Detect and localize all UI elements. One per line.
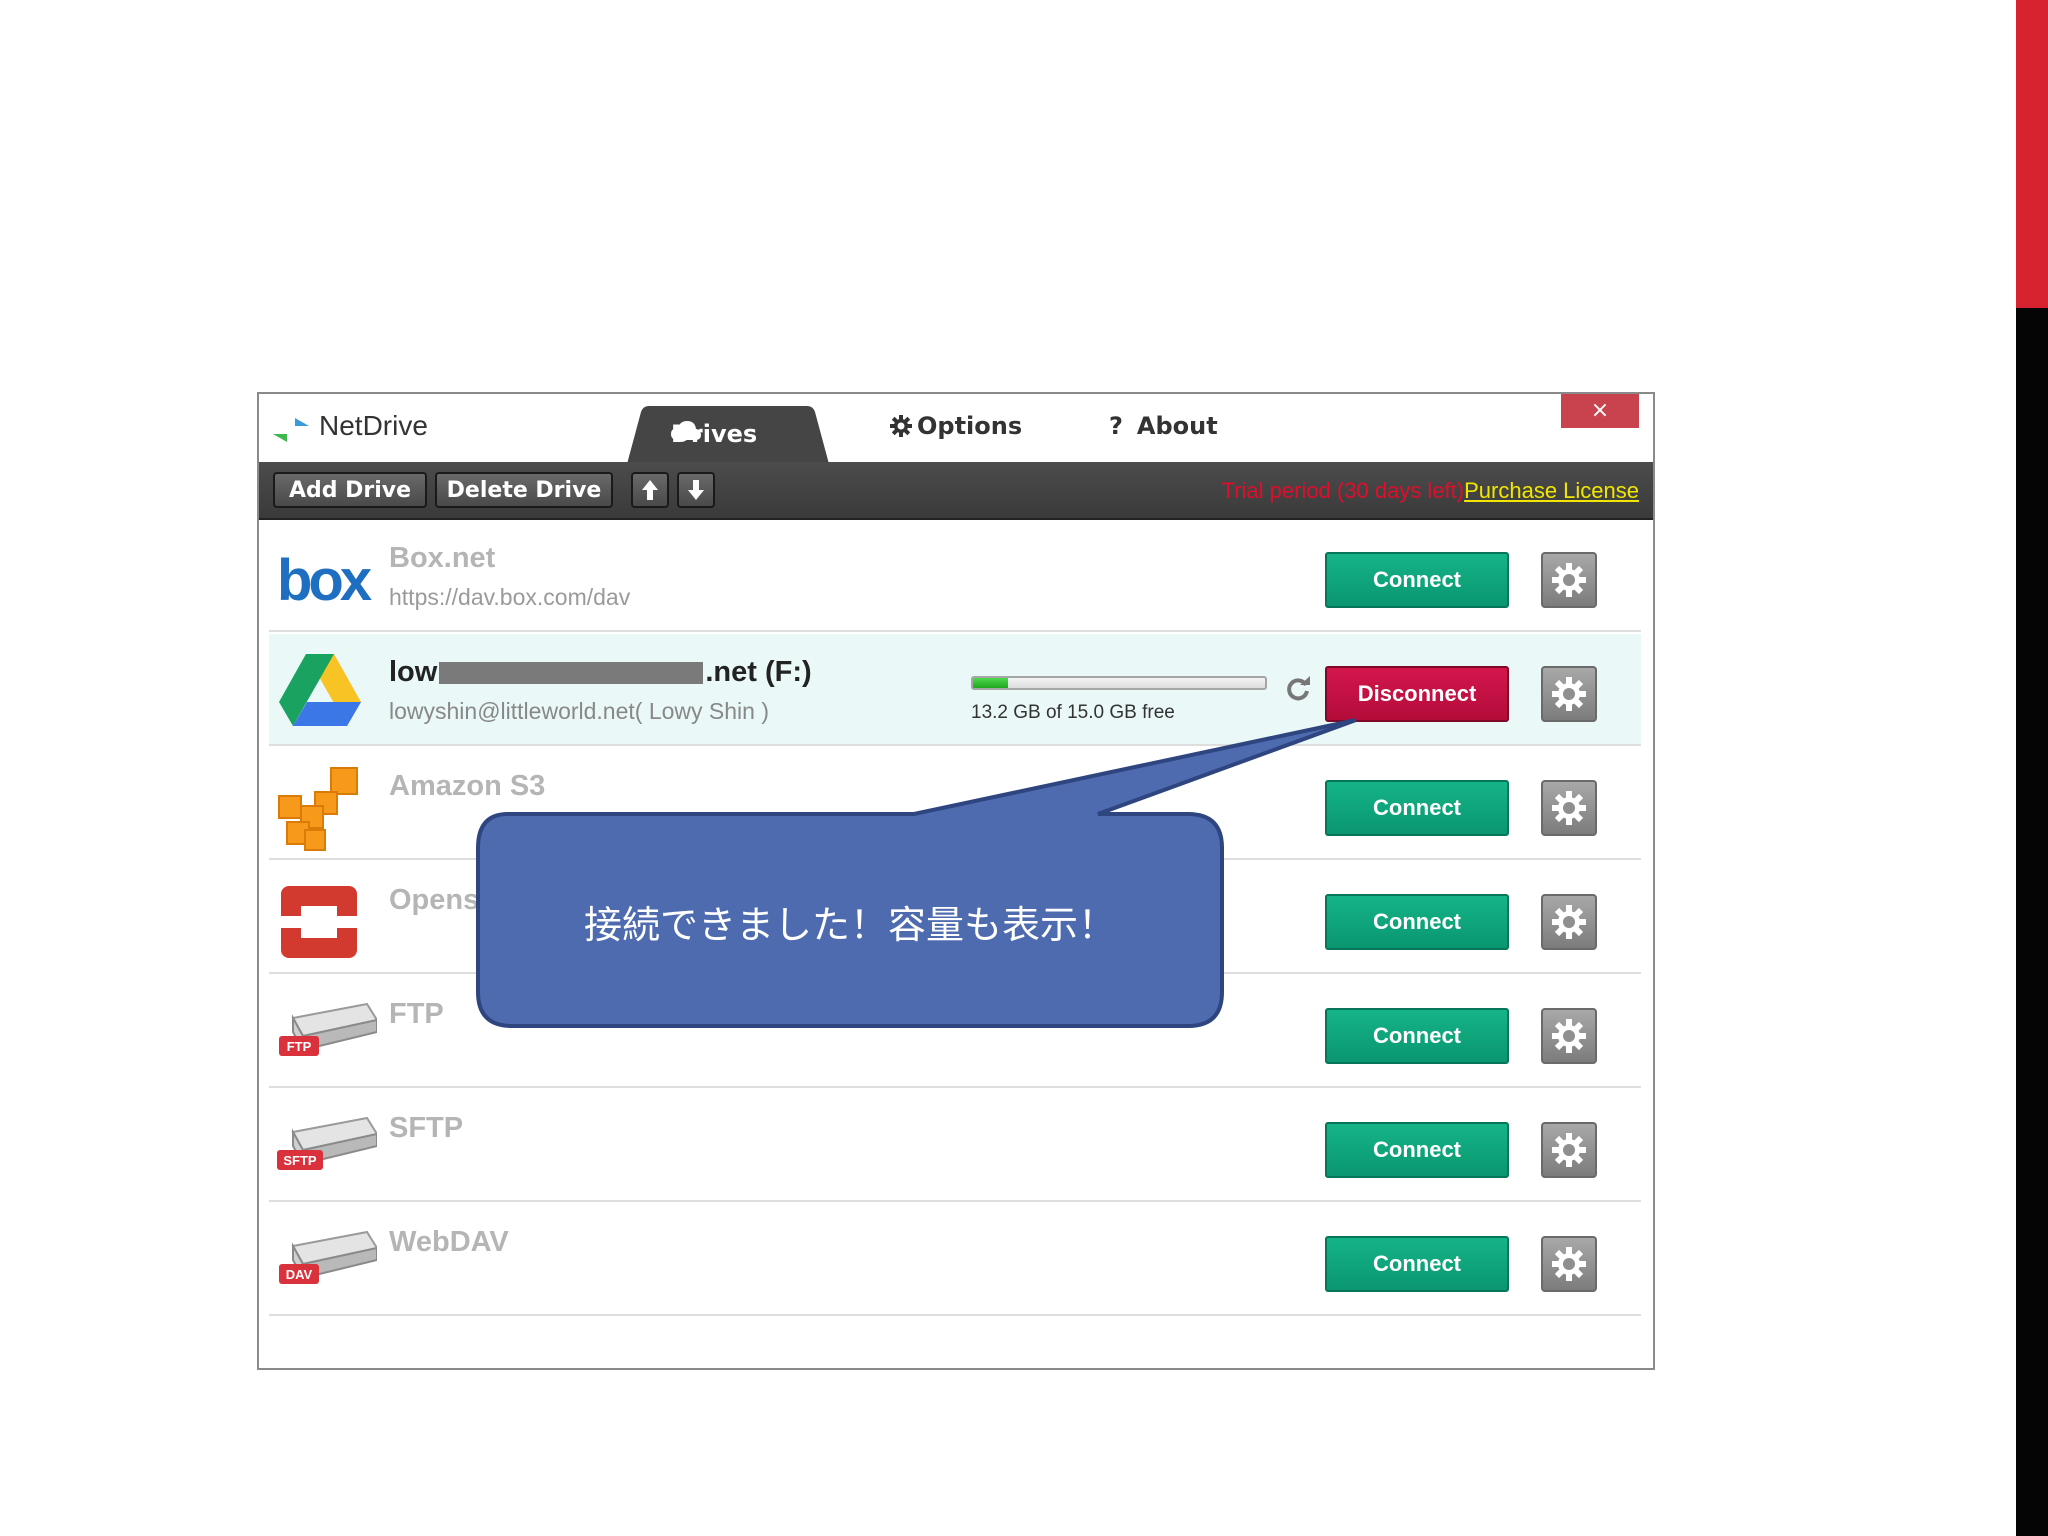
drive-row-box[interactable]: box Box.net https://dav.box.com/dav Conn… <box>269 520 1641 632</box>
drive-account: lowyshin@littleworld.net( Lowy Shin ) <box>389 698 769 724</box>
tab-about-label: About <box>1136 412 1218 440</box>
delete-drive-button[interactable]: Delete Drive <box>435 472 613 508</box>
tab-options[interactable]: Options <box>889 412 1022 440</box>
add-drive-button[interactable]: Add Drive <box>273 472 427 508</box>
capacity-progress-fill <box>973 678 1009 688</box>
move-up-button[interactable] <box>631 472 669 508</box>
capacity-text: 13.2 GB of 15.0 GB free <box>971 702 1175 723</box>
drive-settings-button[interactable] <box>1541 1122 1597 1178</box>
drive-name: Box.net <box>389 542 496 574</box>
redacted-text <box>439 662 704 685</box>
drive-name: Opens <box>389 884 480 916</box>
openstack-icon <box>277 880 361 964</box>
drive-name: SFTP <box>389 1112 464 1144</box>
title-bar: NetDrive Drives Options ? About × <box>259 394 1653 464</box>
arrow-down-icon <box>688 480 704 500</box>
slide-accent-bar-black <box>2016 308 2048 1536</box>
tab-about[interactable]: ? About <box>1109 412 1218 440</box>
drive-settings-button[interactable] <box>1541 894 1597 950</box>
drive-settings-button[interactable] <box>1541 1236 1597 1292</box>
gear-icon <box>1552 677 1586 711</box>
toolbar: Add Drive Delete Drive Trial period (30 … <box>259 462 1653 520</box>
drive-row-sftp[interactable]: SFTP SFTP Connect <box>269 1090 1641 1202</box>
callout-text: 接続できました！容量も表示！ <box>583 902 1116 947</box>
google-drive-icon <box>277 652 361 736</box>
connect-button[interactable]: Connect <box>1325 1122 1509 1178</box>
netdrive-logo-icon <box>269 410 313 454</box>
close-button[interactable]: × <box>1561 394 1639 428</box>
svg-text:SFTP: SFTP <box>283 1153 317 1168</box>
gear-icon <box>1552 1247 1586 1281</box>
webdav-drive-icon: DAV <box>277 1222 379 1306</box>
purchase-license-link[interactable]: Purchase License <box>1464 478 1639 503</box>
slide-accent-bar-red <box>2016 0 2048 308</box>
gear-icon <box>890 415 912 437</box>
box-logo-icon: box <box>277 538 376 622</box>
drive-name: FTP <box>389 998 444 1030</box>
arrow-up-icon <box>642 480 658 500</box>
connect-button[interactable]: Connect <box>1325 780 1509 836</box>
app-title: NetDrive <box>319 410 428 441</box>
gear-icon <box>1552 1019 1586 1053</box>
amazon-s3-icon <box>277 766 361 851</box>
connect-button[interactable]: Connect <box>1325 894 1509 950</box>
drive-name: Amazon S3 <box>389 770 546 802</box>
trial-status: Trial period (30 days left)Purchase Lice… <box>1222 478 1639 504</box>
gear-icon <box>1552 563 1586 597</box>
connect-button[interactable]: Connect <box>1325 1236 1509 1292</box>
connect-button[interactable]: Connect <box>1325 1008 1509 1064</box>
svg-text:box: box <box>277 548 372 613</box>
drive-row-webdav[interactable]: DAV WebDAV Connect <box>269 1204 1641 1316</box>
drive-name: WebDAV <box>389 1226 509 1258</box>
svg-text:DAV: DAV <box>286 1267 313 1282</box>
sftp-drive-icon: SFTP <box>277 1108 379 1192</box>
tab-options-label: Options <box>917 412 1023 440</box>
drive-url: https://dav.box.com/dav <box>389 584 631 610</box>
svg-text:FTP: FTP <box>287 1039 312 1054</box>
drive-settings-button[interactable] <box>1541 552 1597 608</box>
drive-settings-button[interactable] <box>1541 666 1597 722</box>
gear-icon <box>1552 791 1586 825</box>
drive-settings-button[interactable] <box>1541 1008 1597 1064</box>
connect-button[interactable]: Connect <box>1325 552 1509 608</box>
ftp-drive-icon: FTP <box>277 994 379 1078</box>
tab-drives[interactable]: Drives <box>627 406 829 464</box>
question-icon: ? <box>1109 412 1123 440</box>
trial-period-text: Trial period (30 days left) <box>1221 478 1465 503</box>
drive-settings-button[interactable] <box>1541 780 1597 836</box>
gear-icon <box>1552 905 1586 939</box>
refresh-icon[interactable] <box>1285 676 1311 706</box>
capacity-progress-bar <box>971 676 1267 690</box>
drive-row-google-drive[interactable]: low .net (F:) lowyshin@littleworld.net( L… <box>269 634 1641 746</box>
drive-name: low .net (F:) <box>389 656 812 688</box>
disconnect-button[interactable]: Disconnect <box>1325 666 1509 722</box>
gear-icon <box>1552 1133 1586 1167</box>
cloud-icon <box>671 421 701 440</box>
move-down-button[interactable] <box>677 472 715 508</box>
